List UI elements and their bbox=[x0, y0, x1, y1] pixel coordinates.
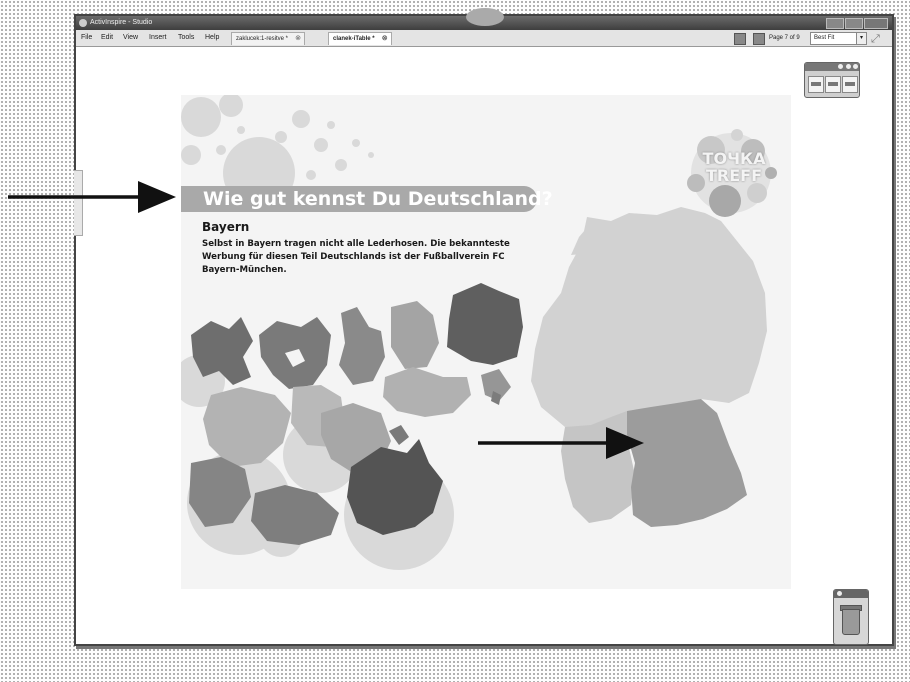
arrow-icon bbox=[8, 181, 176, 213]
arrow-annotations bbox=[8, 181, 644, 459]
arrow-icon bbox=[478, 427, 644, 459]
